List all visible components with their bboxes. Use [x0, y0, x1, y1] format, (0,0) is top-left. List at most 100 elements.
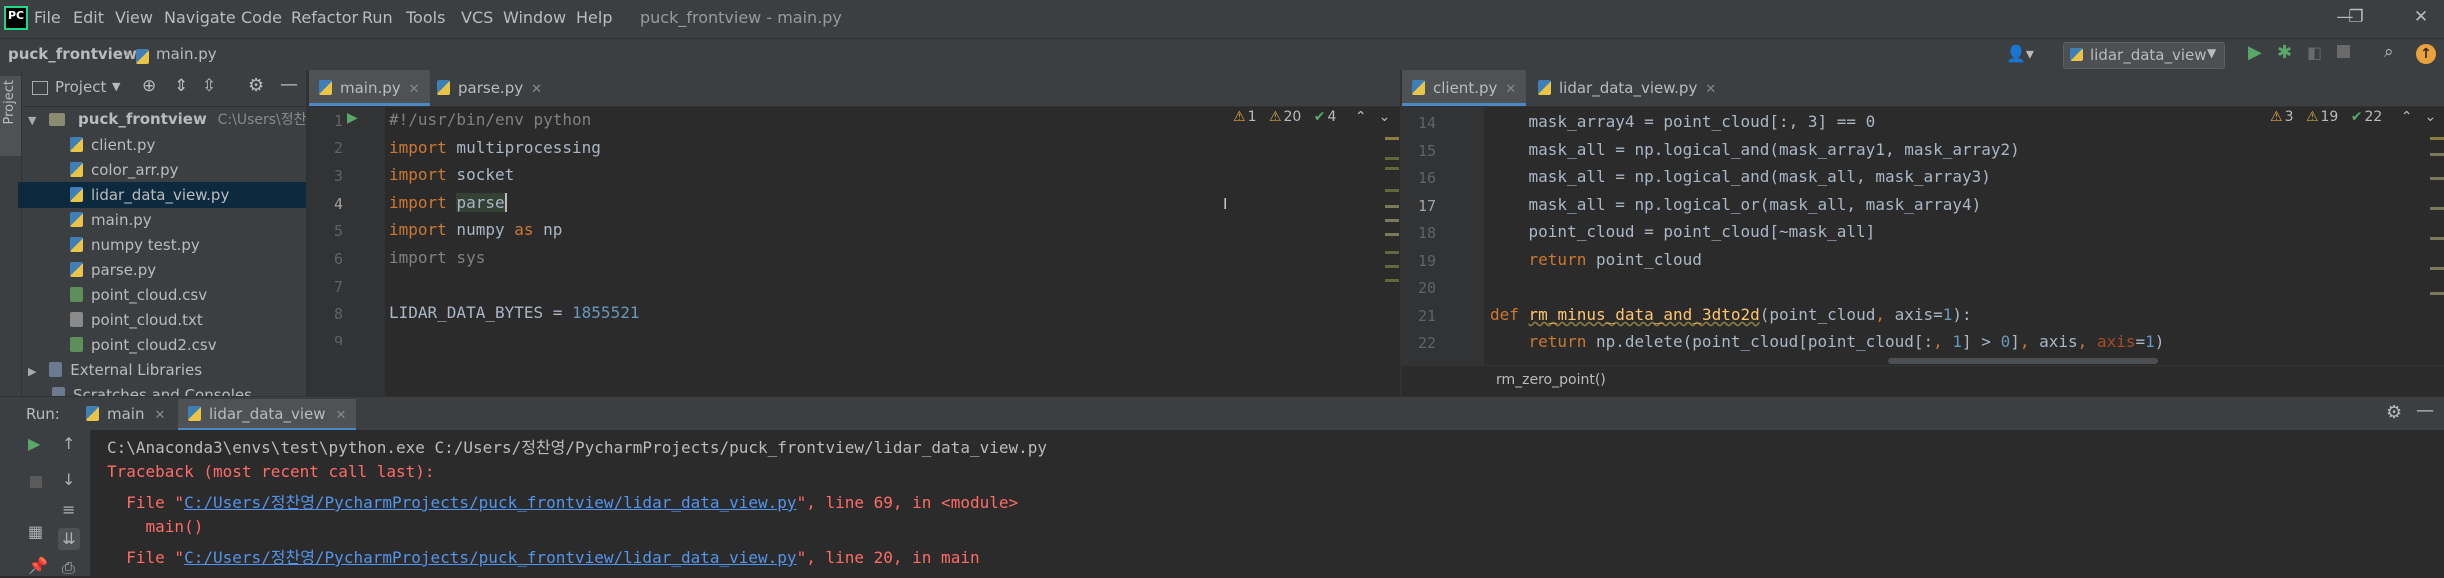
scroll-down-icon[interactable]: ↓	[62, 470, 75, 489]
project-view-title[interactable]: Project	[55, 78, 106, 96]
close-icon[interactable]: ✕	[409, 82, 420, 97]
chevron-up-icon[interactable]: ⌃	[2401, 109, 2413, 125]
hide-icon[interactable]: —	[2416, 400, 2434, 421]
gear-icon[interactable]: ⚙	[248, 75, 264, 96]
breadcrumb-project[interactable]: puck_frontview	[8, 45, 137, 63]
scroll-to-end-icon[interactable]: ⇊	[58, 528, 80, 550]
close-icon[interactable]: ✕	[154, 408, 165, 423]
text-cursor-icon: I	[1223, 195, 1228, 213]
project-tool-label[interactable]: Project	[2, 80, 17, 124]
tab-parse-py[interactable]: parse.py ✕	[427, 70, 552, 106]
horizontal-scrollbar[interactable]	[1888, 358, 2158, 364]
python-config-icon	[2070, 48, 2083, 61]
app-logo[interactable]: PC	[4, 6, 28, 30]
run-window-header: Run: main ✕ lidar_data_view ✕ ⚙ —	[0, 396, 2444, 431]
project-root[interactable]: ▼ puck_frontview C:\Users\정찬영	[22, 106, 319, 132]
inspection-widget[interactable]: ⚠ 3 ⚠ 19 ✔ 22 ⌃ ⌄	[2270, 109, 2436, 125]
traceback-file-link[interactable]: C:/Users/정찬영/PycharmProjects/puck_frontv…	[184, 493, 797, 512]
menu-code[interactable]: Code	[241, 8, 282, 27]
stop-icon[interactable]	[30, 476, 42, 488]
update-icon[interactable]: ↑	[2416, 44, 2436, 64]
breadcrumb-file[interactable]: main.py	[156, 45, 217, 63]
close-icon[interactable]: ✕	[336, 408, 347, 423]
project-file-color-arr[interactable]: color_arr.py	[22, 157, 308, 183]
gear-icon[interactable]: ⚙	[2386, 402, 2402, 423]
scroll-marker-strip[interactable]	[1385, 137, 1399, 287]
close-icon[interactable]: ✕	[531, 82, 542, 97]
menu-edit[interactable]: Edit	[73, 8, 104, 27]
python-file-icon	[70, 262, 83, 277]
menu-help[interactable]: Help	[576, 8, 612, 27]
hide-icon[interactable]: —	[280, 74, 298, 95]
scratches-and-consoles[interactable]: Scratches and Consoles	[22, 382, 308, 396]
code-line: #!/usr/bin/env python	[389, 110, 592, 129]
right-editor-content[interactable]: 14 15 16 17 18 19 20 21 22 mask_array4 =…	[1402, 107, 2444, 365]
close-icon[interactable]: ✕	[1705, 82, 1716, 97]
run-tab-lidar-data-view[interactable]: lidar_data_view ✕	[178, 399, 357, 431]
menu-vcs[interactable]: VCS	[461, 8, 493, 27]
weak-warning-icon: ⚠	[1268, 109, 1282, 125]
right-editor-tabbar: client.py ✕ lidar_data_view.py ✕	[1402, 70, 2444, 107]
code-breadcrumb[interactable]: rm_zero_point()	[1496, 372, 1606, 388]
project-file-numpy-test[interactable]: numpy test.py	[22, 232, 308, 258]
ok-count: 4	[1327, 109, 1337, 125]
traceback-file-link[interactable]: C:/Users/정찬영/PycharmProjects/puck_frontv…	[184, 548, 797, 567]
run-line-icon[interactable]: ▶	[347, 110, 358, 126]
scroll-up-icon[interactable]: ↑	[62, 434, 75, 453]
project-file-main[interactable]: main.py	[22, 207, 308, 233]
project-file-client[interactable]: client.py	[22, 132, 308, 158]
tab-lidar-data-view-py[interactable]: lidar_data_view.py ✕	[1528, 70, 1726, 106]
external-libraries[interactable]: ▶ External Libraries	[22, 357, 308, 383]
soft-wrap-icon[interactable]: ≡	[62, 500, 75, 519]
menu-window[interactable]: Window	[503, 8, 566, 27]
menu-navigate[interactable]: Navigate	[164, 8, 236, 27]
stop-icon[interactable]	[2337, 45, 2350, 58]
menu-tools[interactable]: Tools	[406, 8, 445, 27]
project-file-lidar-data-view[interactable]: lidar_data_view.py	[18, 182, 308, 208]
user-icon[interactable]: 👤▾	[2006, 44, 2034, 63]
traceback-frame: File "C:/Users/정찬영/PycharmProjects/puck_…	[107, 489, 1018, 513]
text-file-icon	[70, 312, 83, 327]
print-icon[interactable]: ⎙	[62, 558, 75, 578]
pin-icon[interactable]: 📌	[28, 556, 48, 575]
file-name: lidar_data_view.py	[91, 186, 230, 204]
menu-file[interactable]: File	[34, 8, 61, 27]
project-file-point-cloud-txt[interactable]: point_cloud.txt	[22, 307, 308, 333]
close-icon[interactable]: ✕	[1505, 82, 1516, 97]
tab-main-py[interactable]: main.py ✕	[309, 70, 430, 106]
search-icon[interactable]: ⌕	[2384, 42, 2394, 62]
run-command-line: C:\Anaconda3\envs\test\python.exe C:/Use…	[107, 438, 1048, 457]
menu-refactor[interactable]: Refactor	[291, 8, 358, 27]
menu-run[interactable]: Run	[362, 8, 393, 27]
coverage-icon[interactable]: ◧	[2307, 43, 2322, 62]
warnings-count: 1	[1247, 109, 1257, 125]
scroll-marker-strip[interactable]	[2430, 137, 2444, 297]
line-number: 8	[333, 305, 343, 323]
chevron-down-icon[interactable]: ▼	[112, 80, 120, 93]
file-name: main.py	[91, 211, 152, 229]
traceback-prefix: File "	[107, 493, 185, 512]
project-file-point-cloud2-csv[interactable]: point_cloud2.csv	[22, 332, 308, 358]
inspection-widget[interactable]: ⚠ 1 ⚠ 20 ✔ 4 ⌃ ⌄	[1233, 109, 1390, 125]
debug-icon[interactable]: ✱	[2277, 42, 2292, 63]
expand-all-icon[interactable]: ⇕	[174, 76, 188, 96]
menu-view[interactable]: View	[115, 8, 153, 27]
close-window-button[interactable]: ✕	[2410, 6, 2432, 28]
run-icon[interactable]: ▶	[2248, 42, 2262, 63]
restore-icon-button[interactable]: ❐	[2345, 6, 2367, 28]
run-config-select[interactable]: lidar_data_view ▼	[2063, 42, 2225, 69]
rerun-icon[interactable]: ▶	[28, 434, 40, 453]
collapse-all-icon[interactable]: ⇳	[202, 76, 216, 96]
tab-label: lidar_data_view.py	[1559, 79, 1698, 97]
chevron-down-icon[interactable]: ⌄	[2425, 109, 2437, 125]
scratches-label: Scratches and Consoles	[73, 386, 252, 396]
run-tab-main[interactable]: main ✕	[76, 401, 175, 427]
layout-icon[interactable]: ▦	[28, 522, 43, 541]
project-file-point-cloud-csv[interactable]: point_cloud.csv	[22, 282, 308, 308]
chevron-down-icon[interactable]: ⌄	[1379, 109, 1391, 125]
tab-client-py[interactable]: client.py ✕	[1402, 70, 1527, 106]
chevron-up-icon[interactable]: ⌃	[1355, 109, 1367, 125]
left-editor-content[interactable]: ▶ 1 2 3 4 5 6 7 8 9 #!/usr/bin/env pytho…	[309, 107, 1401, 396]
project-file-parse[interactable]: parse.py	[22, 257, 308, 283]
locate-icon[interactable]: ⊕	[142, 76, 156, 96]
